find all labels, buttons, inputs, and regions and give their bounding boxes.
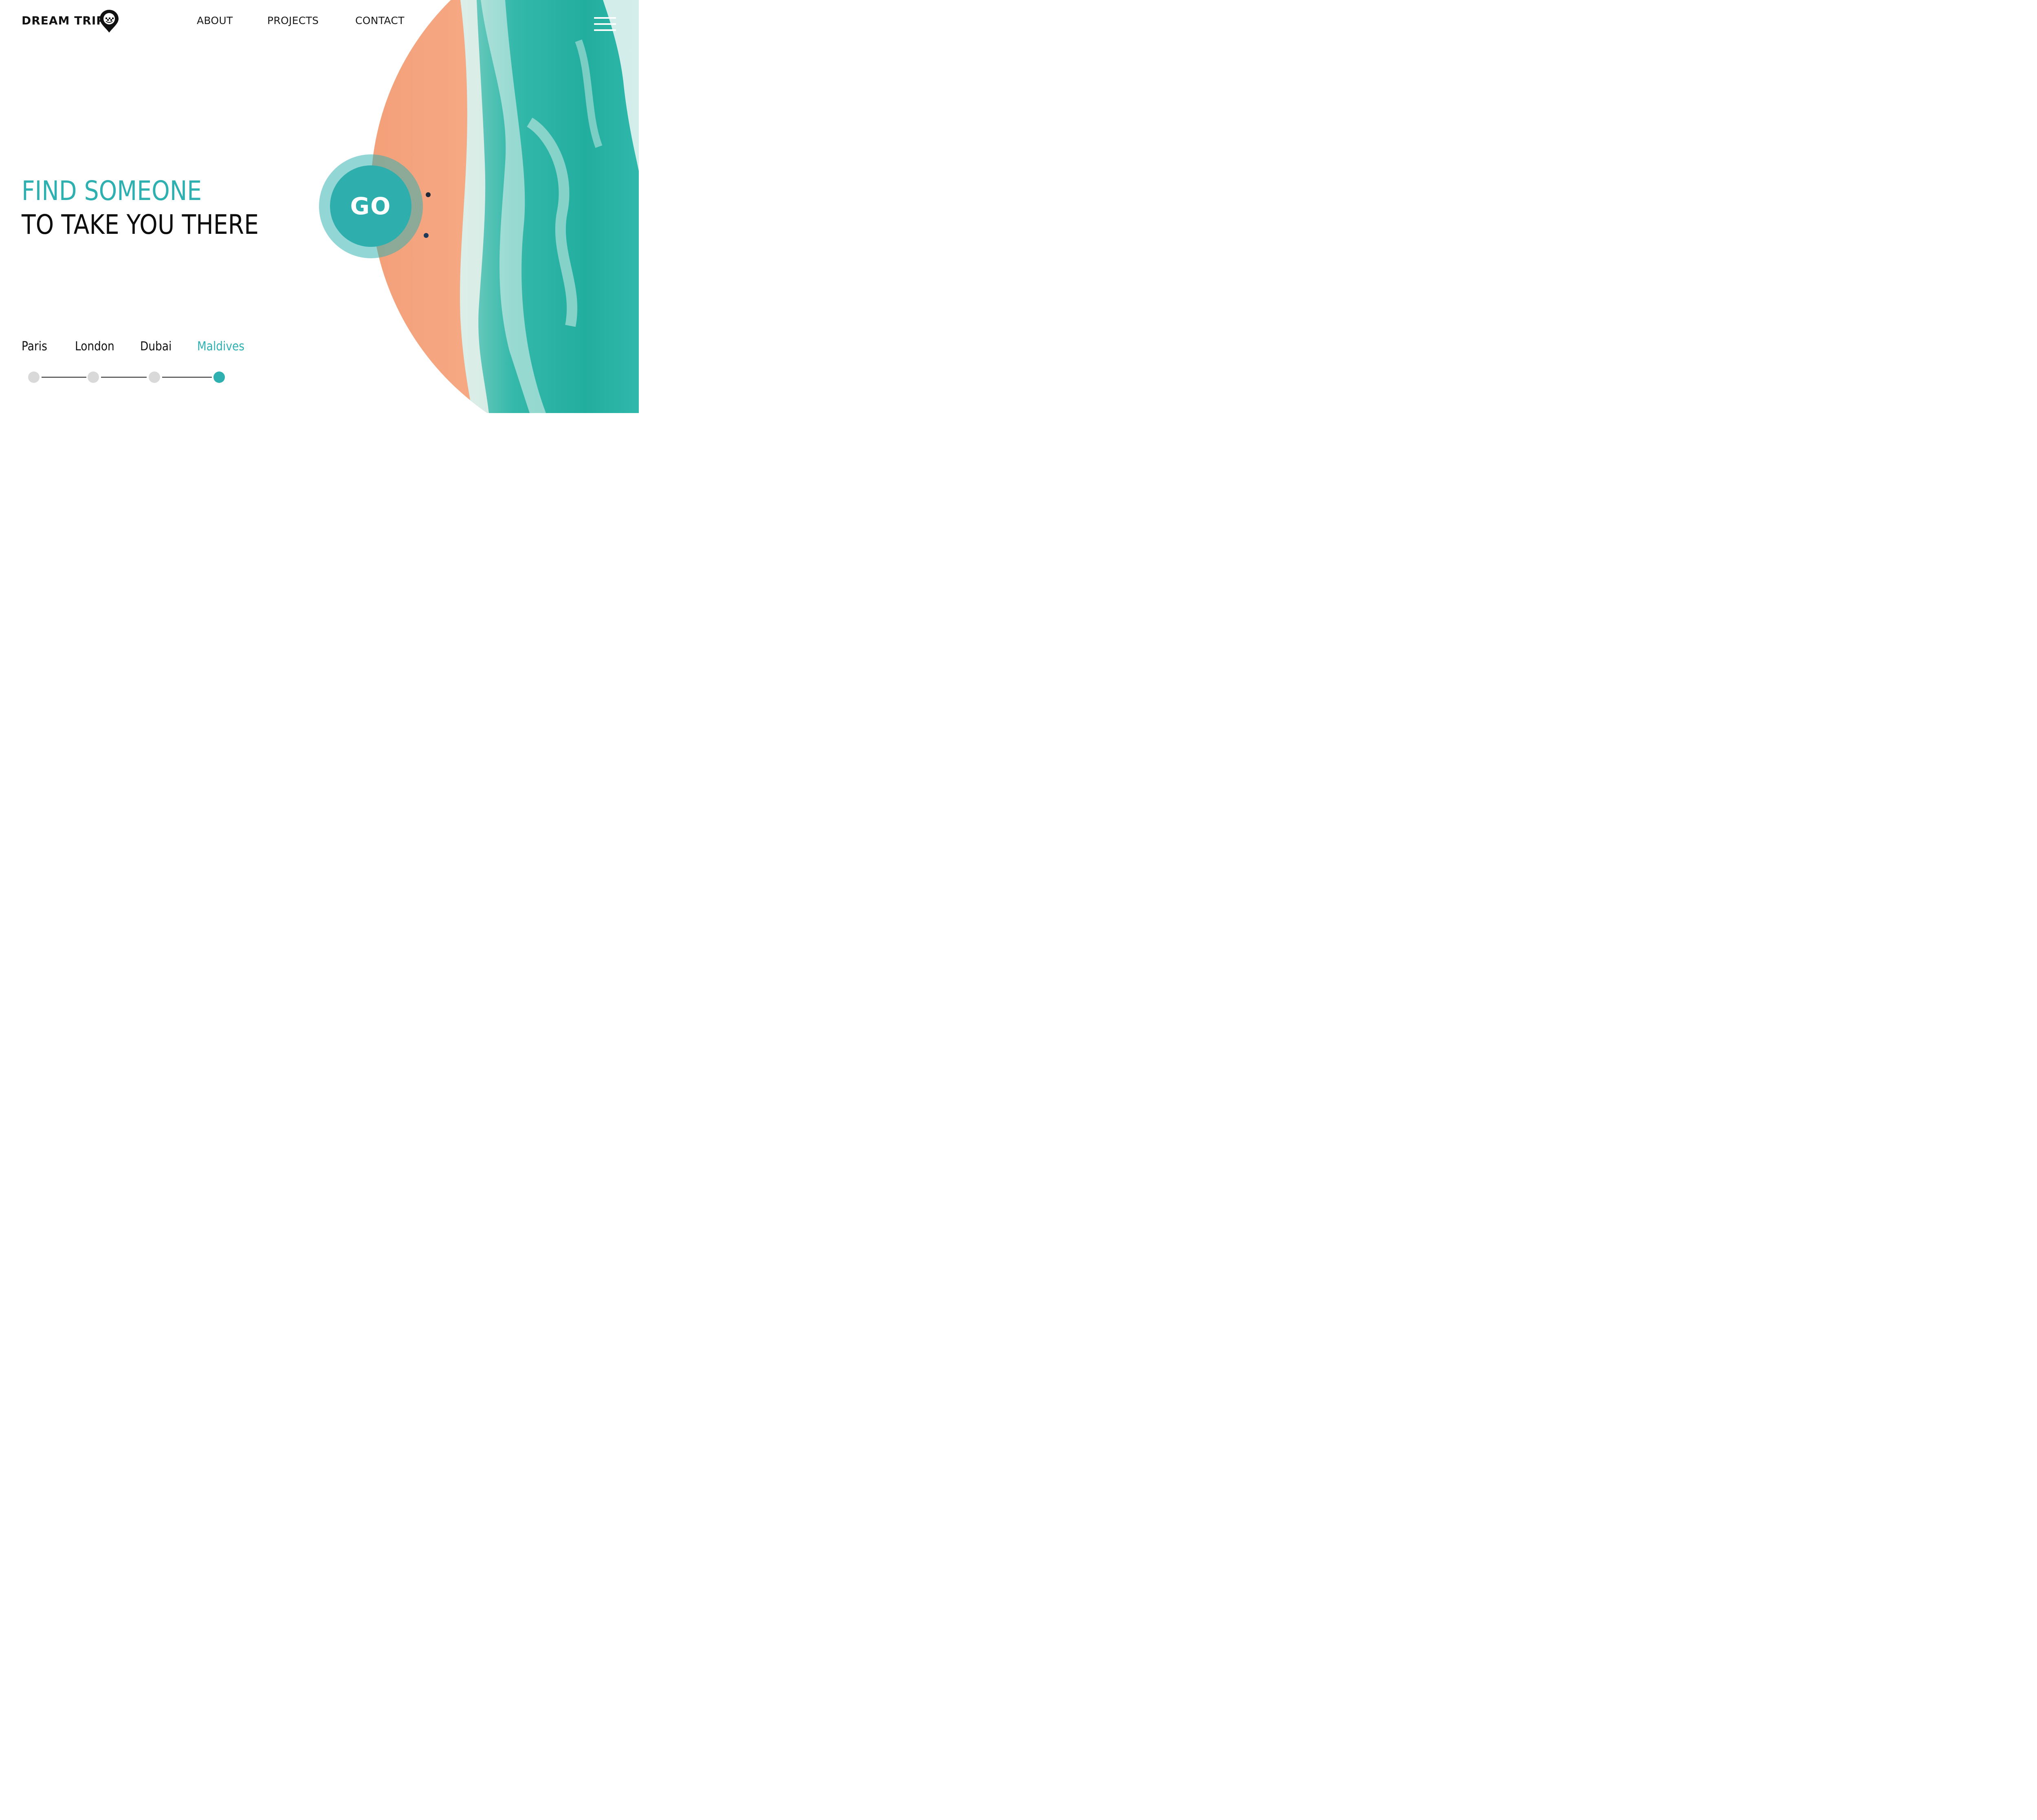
slider-dot-dubai[interactable] — [149, 371, 160, 383]
headline-accent: FIND SOMEONE — [22, 175, 202, 207]
map-pin-icon — [100, 10, 119, 33]
nav-projects[interactable]: PROJECTS — [267, 15, 319, 26]
slider-connector — [101, 377, 147, 378]
slider-connector — [42, 377, 86, 378]
go-button[interactable]: GO — [319, 154, 423, 258]
destination-london[interactable]: London — [75, 339, 114, 354]
go-button-inner[interactable]: GO — [330, 165, 411, 247]
destination-paris[interactable]: Paris — [22, 339, 47, 354]
slider-dot-paris[interactable] — [28, 371, 40, 383]
go-button-label: GO — [350, 192, 392, 220]
hamburger-menu-icon[interactable] — [594, 17, 617, 33]
nav-about[interactable]: ABOUT — [197, 15, 233, 26]
slider-dot-london[interactable] — [88, 371, 99, 383]
slider-dot-maldives[interactable] — [213, 371, 225, 383]
nav-contact[interactable]: CONTACT — [355, 15, 405, 26]
slider-connector — [162, 377, 212, 378]
headline-main: TO TAKE YOU THERE — [22, 209, 259, 240]
destination-dubai[interactable]: Dubai — [140, 339, 172, 354]
destination-maldives[interactable]: Maldives — [197, 339, 244, 354]
